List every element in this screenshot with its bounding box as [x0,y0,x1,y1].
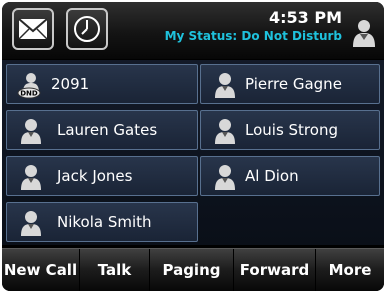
softkey-bar: New Call Talk Paging Forward More [2,248,384,291]
talk-softkey[interactable]: Talk [80,249,150,291]
more-softkey[interactable]: More [316,249,384,291]
user-icon [215,119,235,144]
contact-line-key-pierre-gagne[interactable]: Pierre Gagne [200,64,380,104]
mail-icon [18,18,48,40]
messages-button[interactable] [12,8,54,50]
dnd-badge-text: DND [20,90,38,98]
user-icon [215,165,235,190]
user-icon [215,73,235,98]
contact-name: Al Dion [245,167,299,185]
new-call-softkey[interactable]: New Call [2,249,80,291]
contact-line-key-nikola-smith[interactable]: Nikola Smith [6,202,198,242]
status-header: 4:53 PM My Status: Do Not Disturb [2,2,384,59]
user-dnd-icon: DND [17,73,41,99]
contact-line-key-lauren-gates[interactable]: Lauren Gates [6,110,198,150]
phone-screen: 4:53 PM My Status: Do Not Disturb DND 20… [2,2,384,291]
paging-softkey[interactable]: Paging [150,249,234,291]
user-icon [21,165,41,190]
my-status-label: My Status: Do Not Disturb [164,29,342,43]
contact-line-key-al-dion[interactable]: Al Dion [200,156,380,196]
contact-line-key-2091[interactable]: DND 2091 [6,64,198,104]
clock-time: 4:53 PM [268,8,342,27]
forward-softkey[interactable]: Forward [234,249,316,291]
contact-name: Jack Jones [57,167,133,185]
contact-name: Lauren Gates [57,121,158,139]
contact-line-key-jack-jones[interactable]: Jack Jones [6,156,198,196]
clock-icon [74,16,100,42]
user-icon [21,211,41,236]
contact-name: Pierre Gagne [245,75,342,93]
contact-name: Louis Strong [245,121,338,139]
contact-name: 2091 [51,75,90,93]
contact-name: Nikola Smith [57,213,152,231]
recent-calls-button[interactable] [66,8,108,50]
contact-grid: DND 2091 Pierre Gagne Lauren Gates Louis… [2,60,384,245]
user-icon [21,119,41,144]
contact-line-key-louis-strong[interactable]: Louis Strong [200,110,380,150]
user-avatar-icon[interactable] [352,18,376,48]
